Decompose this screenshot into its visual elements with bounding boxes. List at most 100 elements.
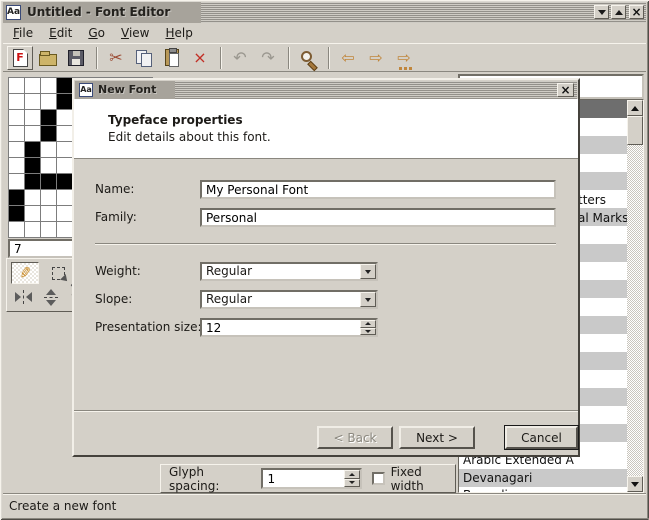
redo-button[interactable]: ↷ (255, 46, 281, 70)
goto-button[interactable]: ⇨ (391, 46, 417, 70)
grid-cell[interactable] (57, 126, 72, 141)
grid-cell[interactable] (9, 126, 24, 141)
close-button[interactable]: × (629, 5, 644, 19)
grid-cell[interactable] (57, 158, 72, 173)
grid-cell[interactable] (9, 110, 24, 125)
grid-cell[interactable] (57, 110, 72, 125)
fixed-width-checkbox[interactable] (372, 472, 385, 485)
glyph-spacing-spinner[interactable] (261, 468, 362, 489)
grid-cell[interactable] (9, 158, 24, 173)
main-window: Aa Untitled - Font Editor × File Edit Go… (0, 0, 649, 520)
save-button[interactable] (63, 46, 89, 70)
block-item-devanagari[interactable]: Devanagari (463, 470, 532, 486)
flip-horizontal-button[interactable] (9, 286, 37, 308)
scrollbar-thumb[interactable] (627, 116, 643, 145)
select-tool-button[interactable] (44, 262, 72, 284)
block-item[interactable]: tters (578, 192, 606, 208)
glyph-spacing-input[interactable] (263, 470, 342, 487)
presentation-size-spinner[interactable] (200, 318, 378, 337)
slope-dropdown-button[interactable] (360, 292, 376, 307)
grid-cell[interactable] (41, 190, 56, 205)
grid-cell[interactable] (41, 142, 56, 157)
menu-go[interactable]: Go (80, 24, 113, 42)
cancel-button[interactable]: Cancel (505, 426, 578, 449)
presentation-size-input[interactable] (202, 320, 358, 335)
grid-cell[interactable] (25, 222, 40, 237)
scroll-down-button[interactable] (627, 476, 643, 492)
spacing-decrement-button[interactable] (344, 479, 360, 488)
menu-file[interactable]: File (5, 24, 41, 42)
grid-cell[interactable] (57, 142, 72, 157)
new-button[interactable]: F (7, 46, 33, 70)
delete-button[interactable]: × (187, 46, 213, 70)
size-increment-button[interactable] (360, 320, 376, 328)
name-field[interactable] (200, 180, 556, 199)
grid-cell[interactable] (57, 78, 72, 93)
grid-cell[interactable] (41, 110, 56, 125)
grid-cell[interactable] (41, 126, 56, 141)
grid-cell[interactable] (41, 206, 56, 221)
grid-cell[interactable] (9, 78, 24, 93)
grid-cell[interactable] (41, 222, 56, 237)
grid-cell[interactable] (41, 174, 56, 189)
pencil-tool-button[interactable]: ✎ (11, 262, 39, 284)
grid-cell[interactable] (25, 78, 40, 93)
name-input[interactable] (202, 182, 554, 197)
forward-button[interactable]: ⇨ (363, 46, 389, 70)
grid-cell[interactable] (25, 206, 40, 221)
grid-cell[interactable] (57, 206, 72, 221)
grid-cell[interactable] (25, 126, 40, 141)
title-bar[interactable]: Aa Untitled - Font Editor × (3, 2, 646, 23)
grid-cell[interactable] (25, 174, 40, 189)
maximize-button[interactable] (611, 5, 626, 19)
grid-cell[interactable] (57, 190, 72, 205)
grid-cell[interactable] (25, 94, 40, 109)
open-button[interactable] (35, 46, 61, 70)
grid-cell[interactable] (9, 174, 24, 189)
grid-cell[interactable] (25, 142, 40, 157)
grid-cell[interactable] (9, 222, 24, 237)
weight-dropdown-button[interactable] (360, 264, 376, 279)
spacing-increment-button[interactable] (344, 470, 360, 479)
grid-cell[interactable] (9, 142, 24, 157)
grid-cell[interactable] (41, 78, 56, 93)
dialog-close-button[interactable]: × (557, 83, 574, 97)
dialog-separator (95, 243, 556, 245)
back-button[interactable]: ⇦ (335, 46, 361, 70)
spin-down-icon (349, 481, 355, 484)
scrollbar-track[interactable] (627, 145, 643, 476)
family-field[interactable] (200, 208, 556, 227)
grid-cell[interactable] (41, 158, 56, 173)
grid-cell[interactable] (25, 110, 40, 125)
grid-cell[interactable] (25, 190, 40, 205)
weight-dropdown[interactable]: Regular (200, 262, 378, 281)
grid-cell[interactable] (57, 174, 72, 189)
scroll-up-button[interactable] (627, 100, 643, 116)
menu-help[interactable]: Help (157, 24, 200, 42)
flip-vertical-button[interactable] (37, 286, 65, 308)
search-button[interactable] (295, 46, 321, 70)
grid-cell[interactable] (9, 206, 24, 221)
grid-cell[interactable] (57, 222, 72, 237)
slope-dropdown[interactable]: Regular (200, 290, 378, 309)
flip-horizontal-icon (15, 290, 32, 304)
grid-cell[interactable] (9, 190, 24, 205)
family-input[interactable] (202, 210, 554, 225)
menu-edit[interactable]: Edit (41, 24, 80, 42)
list-scrollbar[interactable] (627, 100, 643, 492)
dialog-title-bar[interactable]: Aa New Font × (75, 81, 577, 99)
cut-button[interactable]: ✂ (103, 46, 129, 70)
paste-button[interactable] (159, 46, 185, 70)
block-item[interactable]: al Marks (578, 210, 628, 226)
undo-button[interactable]: ↶ (227, 46, 253, 70)
next-button[interactable]: Next > (399, 426, 475, 449)
grid-cell[interactable] (41, 94, 56, 109)
menu-view[interactable]: View (113, 24, 157, 42)
grid-cell[interactable] (25, 158, 40, 173)
resize-grip[interactable] (641, 511, 644, 514)
copy-button[interactable] (131, 46, 157, 70)
size-decrement-button[interactable] (360, 328, 376, 336)
grid-cell[interactable] (9, 94, 24, 109)
grid-cell[interactable] (57, 94, 72, 109)
minimize-button[interactable] (594, 5, 609, 19)
